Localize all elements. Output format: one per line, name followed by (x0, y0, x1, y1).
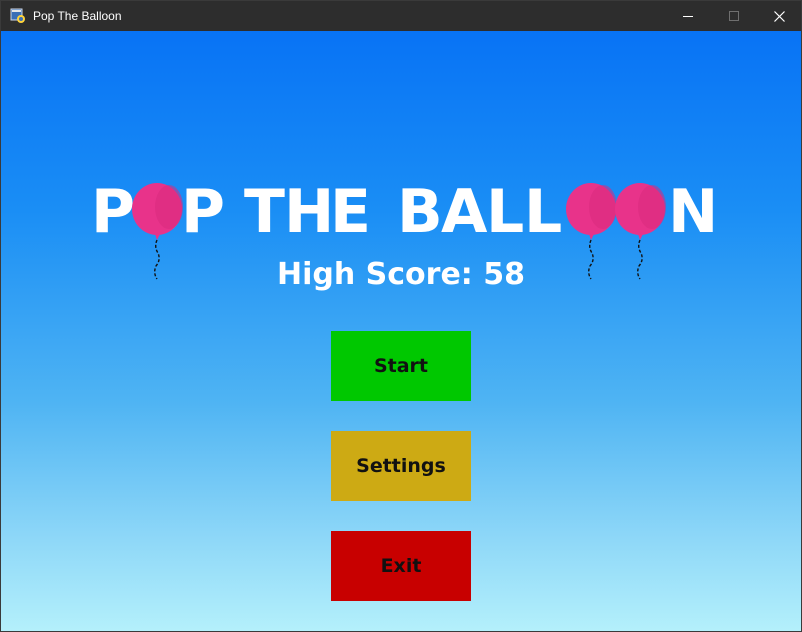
maximize-icon (729, 11, 739, 21)
high-score-label: High Score: 58 (277, 257, 525, 292)
title-letter: L (486, 177, 527, 247)
game-window: Pop The Balloon P O P T H E B A (0, 0, 802, 632)
title-bar[interactable]: Pop The Balloon (1, 1, 801, 31)
title-letter: T (244, 177, 287, 247)
title-letter: H (284, 177, 337, 247)
exit-button-label: Exit (380, 555, 422, 577)
exit-button[interactable]: Exit (331, 531, 471, 601)
minimize-icon (683, 16, 693, 17)
game-title: P O P T H E B A L L O O N (1, 181, 801, 243)
title-letter: N (668, 177, 721, 247)
minimize-button[interactable] (665, 1, 711, 31)
title-letter: B (397, 177, 445, 247)
title-letter: E (330, 177, 373, 247)
start-button[interactable]: Start (331, 331, 471, 401)
window-title: Pop The Balloon (33, 9, 122, 23)
start-button-label: Start (373, 355, 429, 377)
maximize-button[interactable] (711, 1, 757, 31)
python-app-icon (10, 8, 25, 23)
settings-button-label: Settings (356, 455, 446, 477)
settings-button[interactable]: Settings (331, 431, 471, 501)
title-letter: A (441, 177, 490, 247)
close-icon (773, 10, 785, 22)
game-canvas: P O P T H E B A L L O O N (1, 31, 801, 631)
title-letter: L (524, 177, 565, 247)
close-button[interactable] (756, 1, 802, 31)
title-letter: P (181, 177, 227, 247)
